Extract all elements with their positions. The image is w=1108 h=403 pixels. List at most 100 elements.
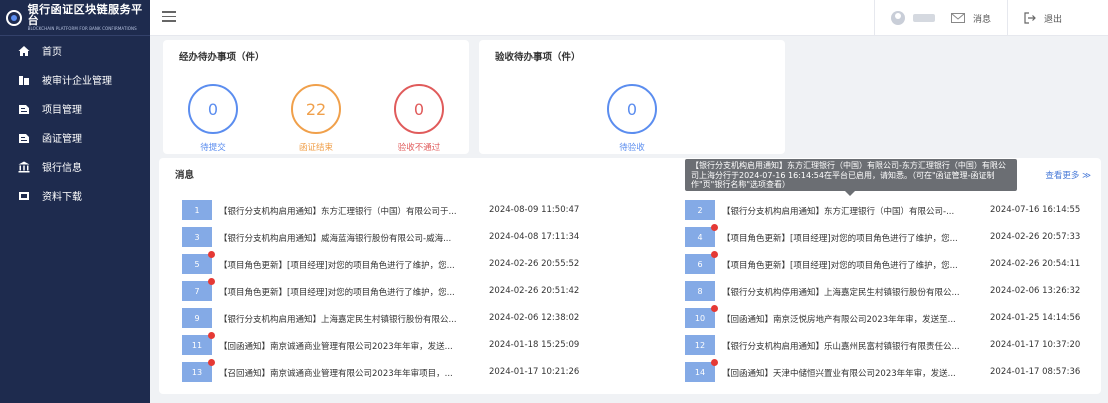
message-tooltip: 【银行分支机构启用通知】东方汇理银行（中国）有限公司-东方汇理银行（中国）有限公… bbox=[685, 159, 1017, 196]
message-number: 11 bbox=[182, 335, 212, 355]
sidebar-item-banks[interactable]: 银行信息 bbox=[0, 152, 150, 181]
stat-ring: 0 bbox=[188, 84, 238, 134]
menu-collapse-icon[interactable] bbox=[162, 11, 176, 23]
logo-subtitle: BLOCKCHAIN PLATFORM FOR BANK CONFIRMATIO… bbox=[27, 26, 137, 31]
stat-label: 函证结束 bbox=[298, 143, 333, 153]
message-date: 2024-02-26 20:51:42 bbox=[489, 286, 580, 296]
message-row[interactable]: 3 【银行分支机构启用通知】威海蓝海银行股份有限公司-威海... 2024-04-0… bbox=[182, 227, 587, 249]
stat-label: 验收不通过 bbox=[397, 143, 441, 153]
message-row[interactable]: 11 【回函通知】南京诚通商业管理有限公司2023年年审，发送... 2024-01… bbox=[182, 332, 587, 357]
message-number: 10 bbox=[685, 308, 715, 328]
message-number: 2 bbox=[685, 200, 715, 220]
message-text: 【银行分支机构启用通知】威海蓝海银行股份有限公司-威海... bbox=[219, 234, 452, 244]
home-icon bbox=[18, 45, 30, 57]
message-row[interactable]: 5 【项目角色更新】[项目经理]对您的项目角色进行了维护，您... 2024-02-… bbox=[182, 251, 587, 276]
sidebar-item-downloads[interactable]: 资料下载 bbox=[0, 181, 150, 210]
stat-confirmation-ended[interactable]: 22 函证结束 bbox=[291, 84, 341, 153]
message-row[interactable]: 13 【召回通知】南京诚通商业管理有限公司2023年年审项目，... 2024-01… bbox=[182, 359, 587, 384]
message-text: 【项目角色更新】[项目经理]对您的项目角色进行了维护，您... bbox=[722, 234, 958, 244]
message-date: 2024-08-09 11:50:47 bbox=[489, 205, 580, 215]
logout-button[interactable]: 退出 bbox=[1008, 0, 1108, 36]
sidebar-item-projects[interactable]: 项目管理 bbox=[0, 94, 150, 123]
logout-icon bbox=[1024, 12, 1036, 24]
message-number: 6 bbox=[685, 254, 715, 274]
letter-icon bbox=[18, 132, 30, 144]
building-icon bbox=[18, 74, 30, 86]
message-row[interactable]: 2 【银行分支机构启用通知】东方汇理银行（中国）有限公司-... 2024-07-1… bbox=[685, 200, 1090, 222]
message-number: 12 bbox=[685, 335, 715, 355]
message-date: 2024-01-17 10:21:26 bbox=[489, 367, 580, 377]
message-number: 5 bbox=[182, 254, 212, 274]
message-text: 【银行分支机构启用通知】乐山嘉州民富村镇银行有限责任公... bbox=[722, 342, 960, 352]
message-row[interactable]: 7 【项目角色更新】[项目经理]对您的项目角色进行了维护，您... 2024-02-… bbox=[182, 278, 587, 303]
stat-acceptance-failed[interactable]: 0 验收不通过 bbox=[394, 84, 444, 153]
message-date: 2024-04-08 17:11:34 bbox=[489, 232, 580, 242]
top-header: 消息 退出 bbox=[150, 0, 1108, 36]
sidebar-item-label: 首页 bbox=[42, 47, 62, 58]
sidebar-item-label: 函证管理 bbox=[42, 134, 82, 145]
project-icon bbox=[18, 103, 30, 115]
avatar bbox=[890, 11, 905, 25]
message-text: 【项目角色更新】[项目经理]对您的项目角色进行了维护，您... bbox=[219, 288, 455, 298]
message-number: 4 bbox=[685, 227, 715, 247]
message-row[interactable]: 9 【银行分支机构启用通知】上海嘉定民生村镇银行股份有限公... 2024-02-0… bbox=[182, 308, 587, 330]
pending-items-card: 经办待办事项（件） 0 待提交 22 函证结束 0 验收不通过 bbox=[163, 40, 469, 154]
sidebar-menu: 首页 被审计企业管理 项目管理 函证管理 银行信息 资料下载 bbox=[0, 36, 150, 210]
sidebar-item-label: 资料下载 bbox=[42, 192, 82, 203]
stat-ring: 0 bbox=[394, 84, 444, 134]
message-text: 【银行分支机构启用通知】上海嘉定民生村镇银行股份有限公... bbox=[219, 315, 457, 325]
pending-title: 经办待办事项（件） bbox=[179, 52, 265, 63]
message-text: 【银行分支机构启用通知】东方汇理银行（中国）有限公司-... bbox=[722, 207, 955, 217]
stat-label: 待验收 bbox=[619, 143, 645, 153]
message-date: 2024-02-06 12:38:02 bbox=[489, 313, 580, 323]
stat-ring: 0 bbox=[607, 84, 657, 134]
message-number: 7 bbox=[182, 281, 212, 301]
acceptance-items-card: 验收待办事项（件） 0 待验收 bbox=[479, 40, 785, 154]
sidebar-item-confirmations[interactable]: 函证管理 bbox=[0, 123, 150, 152]
message-row[interactable]: 8 【银行分支机构停用通知】上海嘉定民生村镇银行股份有限公... 2024-02-0… bbox=[685, 281, 1090, 303]
message-row[interactable]: 14 【回函通知】天津中储恒兴置业有限公司2023年年审，发送... 2024-01… bbox=[685, 359, 1090, 384]
user-menu[interactable] bbox=[875, 0, 951, 36]
message-date: 2024-02-26 20:57:33 bbox=[990, 232, 1081, 242]
message-date: 2024-01-18 15:25:09 bbox=[489, 340, 580, 350]
message-date: 2024-01-17 10:37:20 bbox=[990, 340, 1081, 350]
message-date: 2024-01-25 14:14:56 bbox=[990, 313, 1081, 323]
sidebar-item-label: 被审计企业管理 bbox=[42, 76, 112, 87]
message-number: 13 bbox=[182, 362, 212, 382]
stat-to-accept[interactable]: 0 待验收 bbox=[607, 84, 657, 153]
unread-dot bbox=[711, 359, 718, 366]
message-text: 【回函通知】南京泛悦房地产有限公司2023年年审，发送至... bbox=[722, 315, 956, 325]
message-number: 3 bbox=[182, 227, 212, 247]
message-row[interactable]: 10 【回函通知】南京泛悦房地产有限公司2023年年审，发送至... 2024-01… bbox=[685, 305, 1090, 330]
message-number: 8 bbox=[685, 281, 715, 301]
acceptance-title: 验收待办事项（件） bbox=[495, 52, 581, 63]
message-row[interactable]: 1 【银行分支机构启用通知】东方汇理银行（中国）有限公司于... 2024-08-0… bbox=[182, 200, 587, 222]
stat-to-submit[interactable]: 0 待提交 bbox=[188, 84, 238, 153]
messages-title: 消息 bbox=[175, 170, 195, 181]
unread-dot bbox=[208, 332, 215, 339]
bank-icon bbox=[18, 161, 30, 173]
sidebar-item-audited-companies[interactable]: 被审计企业管理 bbox=[0, 65, 150, 94]
unread-dot bbox=[711, 224, 718, 231]
message-date: 2024-02-26 20:55:52 bbox=[489, 259, 580, 269]
message-row[interactable]: 6 【项目角色更新】[项目经理]对您的项目角色进行了维护，您... 2024-02-… bbox=[685, 251, 1090, 276]
logo-icon bbox=[6, 9, 22, 26]
message-row[interactable]: 12 【银行分支机构启用通知】乐山嘉州民富村镇银行有限责任公... 2024-01-… bbox=[685, 335, 1090, 357]
envelope-icon bbox=[950, 13, 965, 23]
sidebar-item-home[interactable]: 首页 bbox=[0, 36, 150, 65]
message-row[interactable]: 4 【项目角色更新】[项目经理]对您的项目角色进行了维护，您... 2024-02-… bbox=[685, 224, 1090, 249]
message-number: 1 bbox=[182, 200, 212, 220]
stat-label: 待提交 bbox=[200, 143, 226, 153]
message-text: 【项目角色更新】[项目经理]对您的项目角色进行了维护，您... bbox=[722, 261, 958, 271]
unread-dot bbox=[208, 251, 215, 258]
sidebar-item-label: 银行信息 bbox=[42, 163, 82, 174]
message-text: 【回函通知】南京诚通商业管理有限公司2023年年审，发送... bbox=[219, 342, 453, 352]
message-text: 【银行分支机构停用通知】上海嘉定民生村镇银行股份有限公... bbox=[722, 288, 960, 298]
logout-label: 退出 bbox=[1043, 14, 1062, 25]
unread-dot bbox=[208, 359, 215, 366]
messages-button[interactable]: 消息 bbox=[950, 0, 1007, 36]
logo-title: 银行函证区块链服务平台 bbox=[27, 3, 143, 27]
view-more-link[interactable]: 查看更多 ≫ bbox=[1045, 169, 1091, 181]
message-number: 14 bbox=[685, 362, 715, 382]
message-date: 2024-02-06 13:26:32 bbox=[990, 286, 1081, 296]
